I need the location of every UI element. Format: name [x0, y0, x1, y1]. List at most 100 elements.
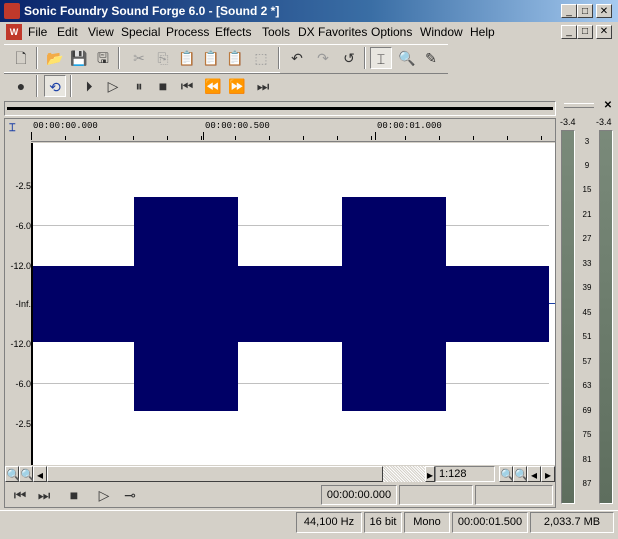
db-label: -6.0 — [15, 221, 31, 231]
selection-length — [475, 485, 553, 505]
status-channels: Mono — [404, 512, 450, 533]
scroll-track[interactable] — [383, 466, 425, 482]
stop-icon[interactable]: ■ — [152, 75, 174, 97]
menu-options[interactable]: Options — [371, 25, 412, 39]
scroll-thumb[interactable] — [47, 466, 383, 482]
undo-icon[interactable]: ↶ — [286, 47, 308, 69]
play-icon[interactable]: ▷ — [102, 75, 124, 97]
meter-tick: 87 — [582, 479, 592, 488]
save-icon[interactable]: 💾 — [68, 47, 90, 69]
zoom-out-icon[interactable]: 🔍 — [19, 466, 35, 482]
loop-playback-icon[interactable]: ⟲ — [44, 75, 66, 97]
db-label: -2.5 — [15, 181, 31, 191]
menu-window[interactable]: Window — [420, 25, 463, 39]
meter-tick: 39 — [582, 283, 592, 292]
menu-view[interactable]: View — [88, 25, 114, 39]
menu-dx-favorites[interactable]: DX Favorites — [298, 25, 367, 39]
title-bar: Sonic Foundry Sound Forge 6.0 - [Sound 2… — [0, 0, 618, 22]
redo-icon[interactable]: ↷ — [312, 47, 334, 69]
toolbar-separator — [118, 47, 120, 69]
document-icon[interactable]: W — [6, 24, 22, 40]
gridline — [33, 383, 549, 384]
mix-paste-icon[interactable]: 📋 — [200, 47, 222, 69]
record-icon[interactable]: ● — [10, 75, 32, 97]
db-label: -Inf. — [15, 299, 31, 309]
play-all-icon[interactable]: ⏵ — [78, 75, 100, 97]
toolbar-separator — [364, 47, 366, 69]
meter-right-bar — [599, 130, 613, 504]
gridline — [33, 225, 549, 226]
menu-file[interactable]: File — [28, 25, 47, 39]
level-ruler-toggle-icon[interactable]: ⌶ — [9, 122, 27, 138]
menu-effects[interactable]: Effects — [215, 25, 251, 39]
zoom-scroll-row: 🔍 🔍 ◂ ▸ 1:128 🔍 🔍 ◂ ▸ — [5, 465, 555, 483]
paste-icon[interactable]: 📋 — [176, 47, 198, 69]
level-zoom-out-icon[interactable]: 🔍 — [513, 466, 529, 482]
play-plugin-chain-icon[interactable]: ⊸ — [119, 484, 141, 506]
waveform-area[interactable] — [31, 143, 549, 465]
ruler-label: 00:00:00.000 — [33, 121, 98, 131]
menu-process[interactable]: Process — [166, 25, 209, 39]
repeat-icon[interactable]: ↺ — [338, 47, 360, 69]
center-marker — [549, 303, 555, 304]
menu-tools[interactable]: Tools — [262, 25, 290, 39]
maximize-button[interactable]: □ — [577, 4, 593, 18]
open-file-icon[interactable]: 📂 — [44, 47, 66, 69]
close-button[interactable]: ✕ — [596, 4, 612, 18]
paste-new-icon[interactable]: 📋 — [224, 47, 246, 69]
menu-help[interactable]: Help — [470, 25, 495, 39]
window-transport-row: ⏮ ⏭ ■ ▷ ⊸ 00:00:00.000 — [5, 483, 555, 507]
scroll-right-button[interactable]: ▸ — [425, 466, 435, 482]
pause-icon[interactable]: ⏸ — [128, 75, 150, 97]
doc-minimize-button[interactable]: _ — [561, 25, 577, 39]
fast-forward-icon[interactable]: ⏩ — [226, 75, 248, 97]
peak-left: -3.4 — [560, 117, 576, 127]
go-to-end-icon[interactable]: ⏭ — [252, 75, 274, 97]
transport-toolbar: ● ⟲ ⏵ ▷ ⏸ ■ ⏮ ⏪ ⏩ ⏭ — [4, 72, 280, 102]
minimize-button[interactable]: _ — [561, 4, 577, 18]
toolbar-separator — [70, 75, 72, 97]
meter-tick: 81 — [582, 455, 592, 464]
doc-restore-button[interactable]: □ — [577, 25, 593, 39]
cut-icon[interactable]: ✂ — [128, 47, 150, 69]
scroll-left-end-button[interactable]: ◂ — [527, 466, 541, 482]
meter-tick: 9 — [584, 161, 590, 170]
new-file-icon[interactable]: 🗋 — [10, 47, 32, 69]
meter-tick: 3 — [584, 137, 590, 146]
meter-grip[interactable] — [564, 103, 594, 108]
meter-tick: 27 — [582, 234, 592, 243]
standard-toolbar: 🗋 📂 💾 🖫 ✂ ⎘ 📋 📋 📋 ⬚ ↶ ↷ ↺ ⌶ 🔍 ✎ — [4, 44, 448, 74]
pencil-tool-icon[interactable]: ✎ — [420, 47, 442, 69]
magnify-tool-icon[interactable]: 🔍 — [396, 47, 418, 69]
status-bit-depth: 16 bit — [364, 512, 402, 533]
edit-tool-icon[interactable]: ⌶ — [370, 47, 392, 69]
save-as-icon[interactable]: 🖫 — [92, 47, 114, 69]
horizontal-scrollbar[interactable] — [47, 466, 383, 482]
overview-waveform — [7, 107, 553, 110]
toolbar-separator — [36, 47, 38, 69]
selection-start — [399, 485, 473, 505]
scroll-left-button[interactable]: ◂ — [33, 466, 47, 482]
trim-crop-icon[interactable]: ⬚ — [250, 47, 272, 69]
app-icon[interactable] — [4, 3, 20, 19]
scroll-right-end-button[interactable]: ▸ — [541, 466, 555, 482]
close-meter-icon[interactable]: ✕ — [602, 100, 614, 112]
ruler-label: 00:00:00.500 — [205, 121, 270, 131]
playbar-meters: ✕ -3.4 -3.4 3 9 15 21 27 33 39 45 51 57 … — [558, 100, 618, 508]
overview-bar[interactable] — [4, 101, 556, 116]
toolbar-separator — [36, 75, 38, 97]
menu-special[interactable]: Special — [121, 25, 160, 39]
menu-edit[interactable]: Edit — [57, 25, 78, 39]
zoom-in-icon[interactable]: 🔍 — [5, 466, 21, 482]
copy-icon[interactable]: ⎘ — [152, 47, 174, 69]
go-to-start-icon[interactable]: ⏮ — [9, 484, 31, 506]
go-to-start-icon[interactable]: ⏮ — [176, 75, 198, 97]
stop-icon[interactable]: ■ — [63, 484, 85, 506]
db-label: -2.5 — [15, 419, 31, 429]
level-zoom-in-icon[interactable]: 🔍 — [499, 466, 515, 482]
doc-close-button[interactable]: ✕ — [596, 25, 612, 39]
meter-tick: 51 — [582, 332, 592, 341]
rewind-icon[interactable]: ⏪ — [202, 75, 224, 97]
play-normal-icon[interactable]: ▷ — [93, 484, 115, 506]
go-to-end-icon[interactable]: ⏭ — [33, 484, 55, 506]
